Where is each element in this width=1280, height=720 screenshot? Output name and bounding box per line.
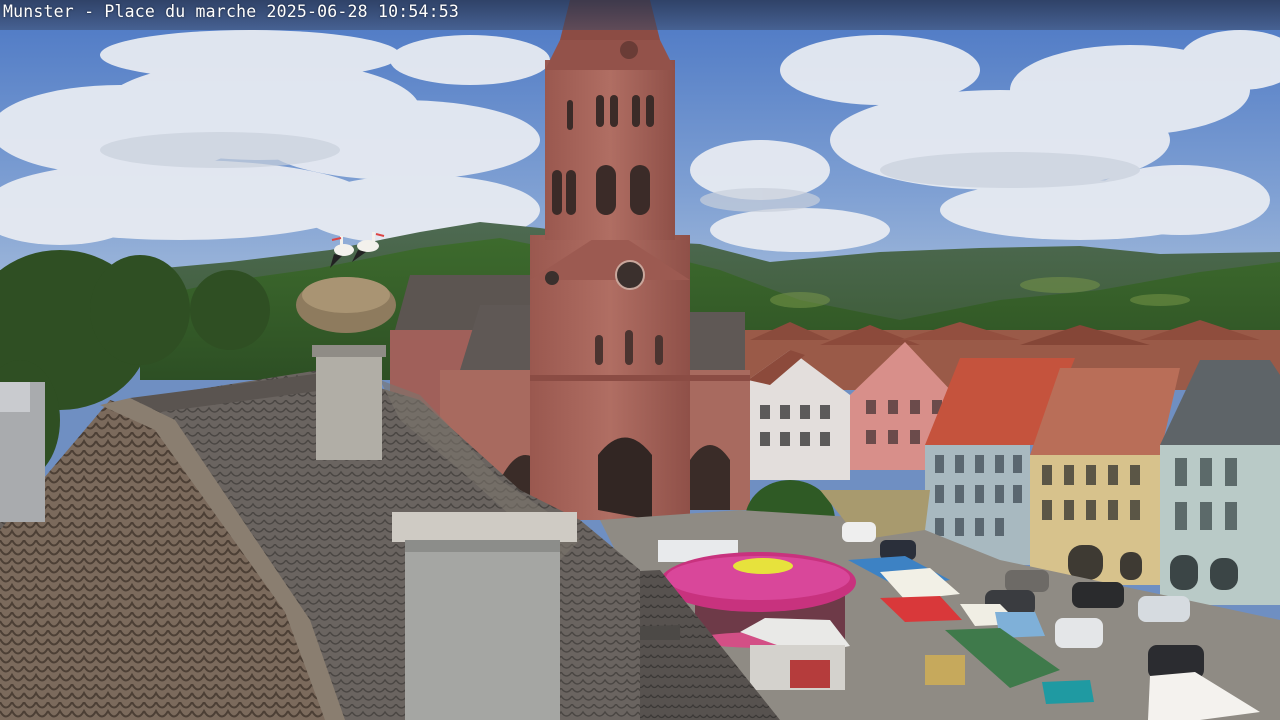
yellow-building: [1030, 368, 1180, 585]
webcam-scene: [0, 0, 1280, 720]
foreground-chimney: [392, 512, 577, 720]
tower-clock: [615, 260, 645, 290]
kiosk: [740, 618, 850, 690]
webcam-caption: Munster - Place du marche 2025-06-28 10:…: [3, 2, 460, 21]
right-building: [1160, 360, 1280, 605]
webcam-caption-bar: Munster - Place du marche 2025-06-28 10:…: [0, 0, 1280, 30]
